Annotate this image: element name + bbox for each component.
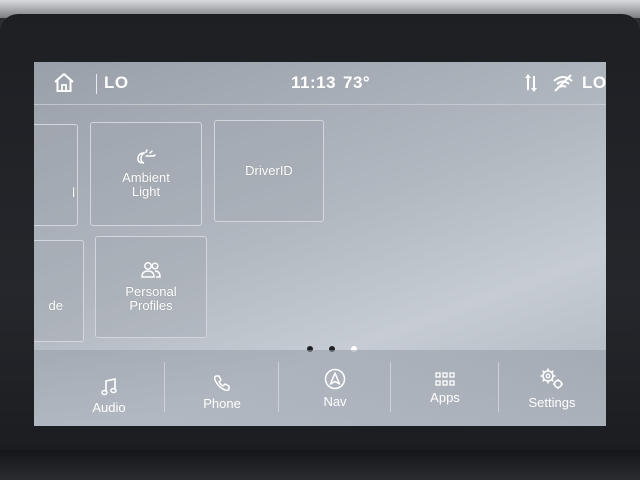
ambient-light-tile[interactable]: Ambient Light — [90, 122, 202, 226]
partial-tile-bottom-label: de — [48, 298, 63, 313]
partial-tile-top[interactable]: l — [34, 124, 78, 226]
infotainment-screen: LO 11:13 73° LO l de Ambient Light Drive… — [34, 62, 606, 426]
partial-tile-bottom[interactable]: de — [34, 240, 84, 342]
bottom-nav: Audio Phone Nav Apps Settings — [34, 350, 606, 426]
nav-separator — [498, 362, 499, 412]
apps-grid-icon — [435, 371, 455, 386]
music-note-icon — [101, 377, 117, 395]
right-climate-label[interactable]: LO — [582, 73, 606, 93]
status-bar: LO 11:13 73° LO — [34, 62, 606, 104]
status-separator — [34, 104, 606, 105]
driver-id-label: DriverID — [245, 163, 293, 178]
ambient-light-icon — [137, 149, 156, 164]
driver-id-tile[interactable]: DriverID — [214, 120, 324, 222]
partial-tile-top-label: l — [72, 185, 75, 200]
home-icon[interactable] — [52, 62, 76, 104]
nav-nav-button[interactable]: Nav — [280, 350, 390, 426]
personal-profiles-tile[interactable]: Personal Profiles — [95, 236, 207, 338]
nav-settings-button[interactable]: Settings — [500, 350, 604, 426]
wifi-off-icon — [552, 62, 574, 104]
gear-icon — [540, 368, 563, 389]
nav-separator — [164, 362, 165, 412]
nav-settings-label: Settings — [528, 394, 576, 410]
nav-phone-button[interactable]: Phone — [166, 350, 278, 426]
outside-temperature: 73° — [343, 73, 371, 92]
phone-icon — [213, 374, 230, 391]
left-climate-label[interactable]: LO — [104, 73, 129, 93]
clock: 11:13 — [291, 73, 337, 92]
profiles-icon — [141, 262, 161, 278]
navigation-icon — [324, 368, 346, 389]
nav-apps-button[interactable]: Apps — [392, 350, 498, 426]
nav-apps-label: Apps — [430, 389, 460, 405]
nav-separator — [390, 362, 391, 412]
nav-audio-button[interactable]: Audio — [54, 350, 164, 426]
status-divider — [96, 74, 97, 94]
nav-nav-label: Nav — [323, 393, 347, 409]
data-transfer-icon — [524, 62, 538, 104]
nav-phone-label: Phone — [203, 395, 241, 411]
bezel-bottom — [0, 450, 640, 480]
nav-audio-label: Audio — [92, 399, 126, 415]
nav-separator — [278, 362, 279, 412]
ambient-light-label: Ambient Light — [122, 170, 170, 199]
personal-profiles-label: Personal Profiles — [125, 284, 177, 313]
